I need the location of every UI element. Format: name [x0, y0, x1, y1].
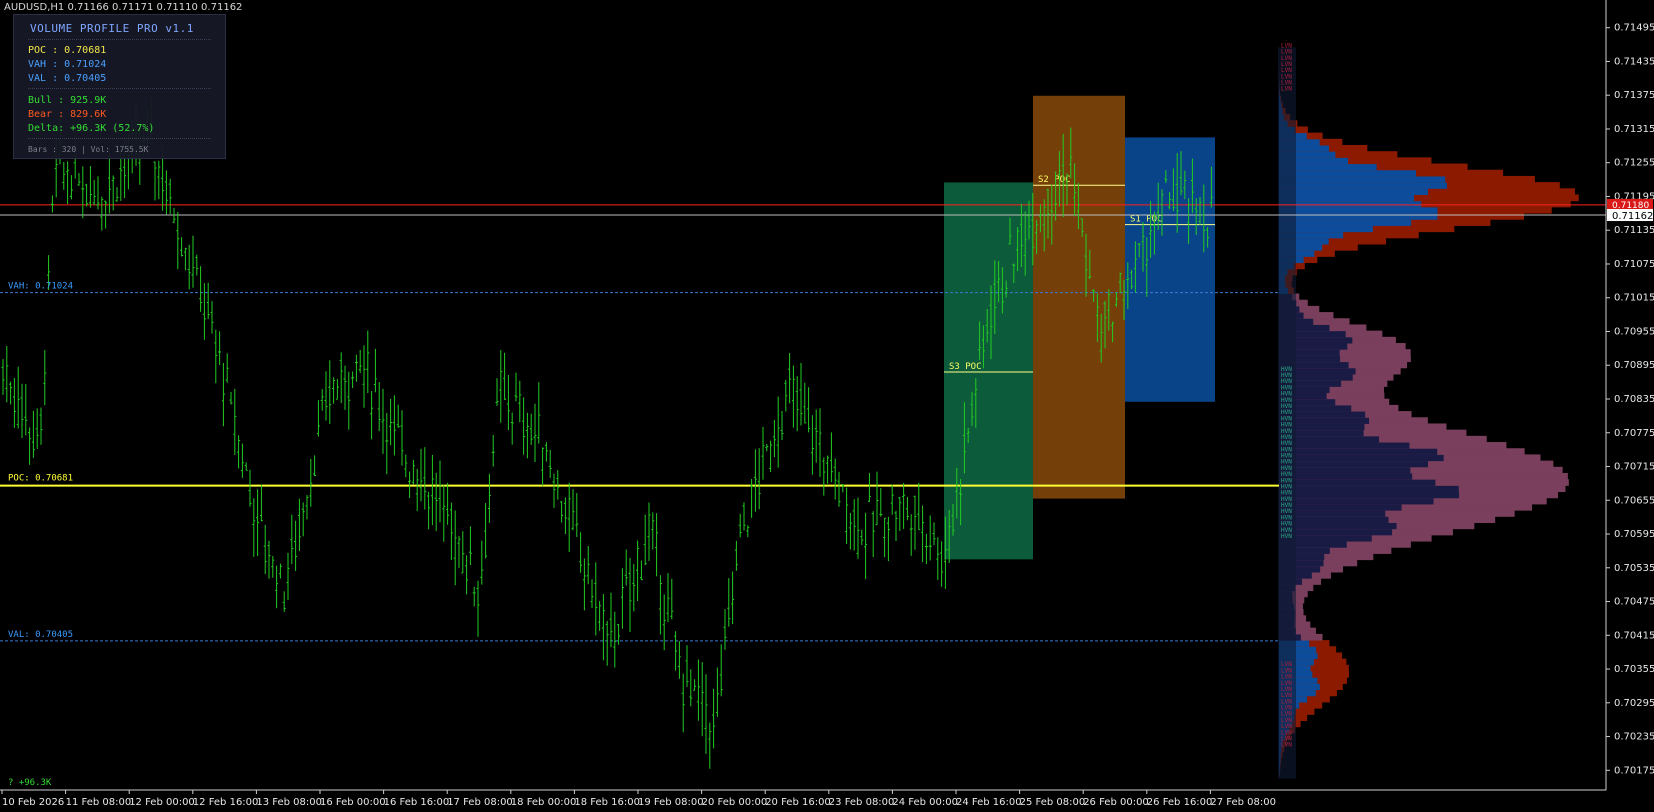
profile-bar-bear [1279, 219, 1412, 226]
volume-profile: LVNLVNLVNLVNLVNLVNLVNLVNHVNHVNHVNHVNHVNH… [1278, 39, 1579, 779]
session-poc-label: S2 POC [1038, 175, 1071, 185]
price-tick-label: 0.70475 [1614, 597, 1654, 608]
profile-bar-bear [1279, 169, 1417, 177]
profile-bar-bear [1279, 175, 1446, 183]
time-tick-label: 23 Feb 08:00 [829, 797, 895, 808]
profile-bar-bear [1279, 491, 1460, 499]
price-tick-label: 0.70655 [1614, 495, 1654, 506]
price-tick-label: 0.71495 [1614, 23, 1654, 34]
panel-poc: POC : 0.70681 [28, 45, 107, 56]
profile-bar-bear [1279, 448, 1438, 455]
panel-val: VAL : 0.70405 [28, 73, 107, 84]
panel-footer: Bars : 320 | Vol: 1755.5K [28, 145, 149, 154]
time-tick-label: 24 Feb 00:00 [892, 797, 958, 808]
time-tick-label: 16 Feb 00:00 [320, 797, 386, 808]
hvn-tag: HVN [1281, 533, 1292, 540]
chart-window[interactable]: S3 POC S2 POC S1 POC LVN LVN LVN LVN LVN LVN LVN… [0, 0, 1654, 812]
session-poc-label: S1 POC [1130, 215, 1163, 225]
profile-bar-bear [1279, 188, 1428, 195]
price-tick-label: 0.70595 [1614, 529, 1654, 540]
profile-bar-bear [1279, 460, 1429, 468]
price-tick-label: 0.70295 [1614, 698, 1654, 709]
lvn-tag: LVN [1281, 86, 1292, 93]
time-tick-label: 13 Feb 08:00 [256, 797, 322, 808]
time-tick-label: 20 Feb 16:00 [765, 797, 831, 808]
price-tick-label: 0.71435 [1614, 56, 1654, 67]
time-tick-label: 12 Feb 00:00 [129, 797, 195, 808]
time-tick-label: 26 Feb 16:00 [1147, 797, 1213, 808]
delta-footer-label: ? +96.3K [8, 778, 52, 788]
price-tick-label: 0.71015 [1614, 293, 1654, 304]
symbol-header: AUDUSD,H1 0.71166 0.71171 0.71110 0.7116… [4, 2, 243, 13]
profile-bar-bear [1279, 522, 1397, 530]
time-tick-label: 26 Feb 00:00 [1083, 797, 1149, 808]
time-tick-label: 18 Feb 16:00 [574, 797, 640, 808]
profile-bar-bear [1279, 485, 1459, 493]
profile-bar-bear [1279, 206, 1438, 214]
panel-title: VOLUME PROFILE PRO v1.1 [30, 22, 194, 35]
info-panel: VOLUME PROFILE PRO v1.1 POC : 0.70681 VA… [13, 14, 226, 159]
price-tick-label: 0.71075 [1614, 259, 1654, 270]
time-tick-label: 16 Feb 16:00 [384, 797, 450, 808]
price-tick-label: 0.70235 [1614, 732, 1654, 743]
profile-bar-bear [1279, 479, 1436, 486]
price-tick-label: 0.71375 [1614, 90, 1654, 101]
profile-bar-bear [1279, 454, 1444, 462]
session-boxes: S3 POC S2 POC S1 POC [944, 95, 1215, 560]
profile-bar-bear [1279, 213, 1438, 220]
time-tick-label: 11 Feb 08:00 [66, 797, 132, 808]
profile-bar-bear [1279, 472, 1413, 480]
panel-bull: Bull : 925.9K [28, 95, 107, 106]
profile-bar-bear [1279, 466, 1411, 474]
price-tick-label: 0.70955 [1614, 326, 1654, 337]
price-tick-label: 0.70535 [1614, 563, 1654, 574]
panel-bear: Bear : 829.6K [28, 109, 107, 120]
val-label: VAL: 0.70405 [8, 630, 73, 640]
time-tick-label: 19 Feb 08:00 [638, 797, 704, 808]
bid-price-badge-label: 0.71162 [1612, 211, 1653, 222]
panel-divider [28, 138, 211, 139]
price-tick-label: 0.70715 [1614, 462, 1654, 473]
profile-bar-bear [1279, 503, 1402, 511]
lvn-tag: LVN [1281, 742, 1292, 749]
profile-bar-bear [1279, 497, 1434, 505]
panel-delta: Delta: +96.3K (52.7%) [28, 123, 155, 134]
vah-label: VAH: 0.71024 [8, 282, 73, 292]
panel-divider [28, 39, 211, 40]
profile-bar-bear [1279, 200, 1422, 208]
panel-vah: VAH : 0.71024 [28, 59, 107, 70]
price-tick-label: 0.71315 [1614, 124, 1654, 135]
time-tick-label: 20 Feb 00:00 [702, 797, 768, 808]
profile-bar-bear [1279, 442, 1410, 449]
price-tick-label: 0.70175 [1614, 765, 1654, 776]
time-tick-label: 12 Feb 16:00 [193, 797, 259, 808]
price-tick-label: 0.71255 [1614, 158, 1654, 169]
price-tick-label: 0.70415 [1614, 630, 1654, 641]
time-tick-label: 27 Feb 08:00 [1210, 797, 1276, 808]
price-chart[interactable]: S3 POCS2 POCS1 POC LVNLVNLVNLVNLVNLVNLVN… [0, 0, 1654, 812]
poc-label: POC: 0.70681 [8, 474, 73, 484]
price-tick-label: 0.71135 [1614, 225, 1654, 236]
time-tick-label: 17 Feb 08:00 [447, 797, 513, 808]
session-box [1033, 95, 1125, 499]
session-poc-label: S3 POC [949, 362, 982, 372]
time-tick-label: 24 Feb 16:00 [956, 797, 1022, 808]
time-tick-label: 10 Feb 2026 [2, 797, 64, 808]
axes: 0.71495 0.71435 0.71375 0.71315 0.71255 0.711… [0, 0, 1654, 808]
profile-bar-bear [1279, 194, 1415, 202]
panel-divider [28, 88, 211, 89]
price-tick-label: 0.70895 [1614, 360, 1654, 371]
price-tick-label: 0.70775 [1614, 428, 1654, 439]
price-tick-label: 0.70355 [1614, 664, 1654, 675]
level-labels: VAH: 0.71024 POC: 0.70681 VAL: 0.70405 [8, 282, 73, 640]
profile-bar-bear [1279, 182, 1447, 189]
time-tick-label: 18 Feb 00:00 [511, 797, 577, 808]
time-tick-label: 25 Feb 08:00 [1020, 797, 1086, 808]
price-tick-label: 0.70835 [1614, 394, 1654, 405]
session-box [1125, 137, 1215, 402]
